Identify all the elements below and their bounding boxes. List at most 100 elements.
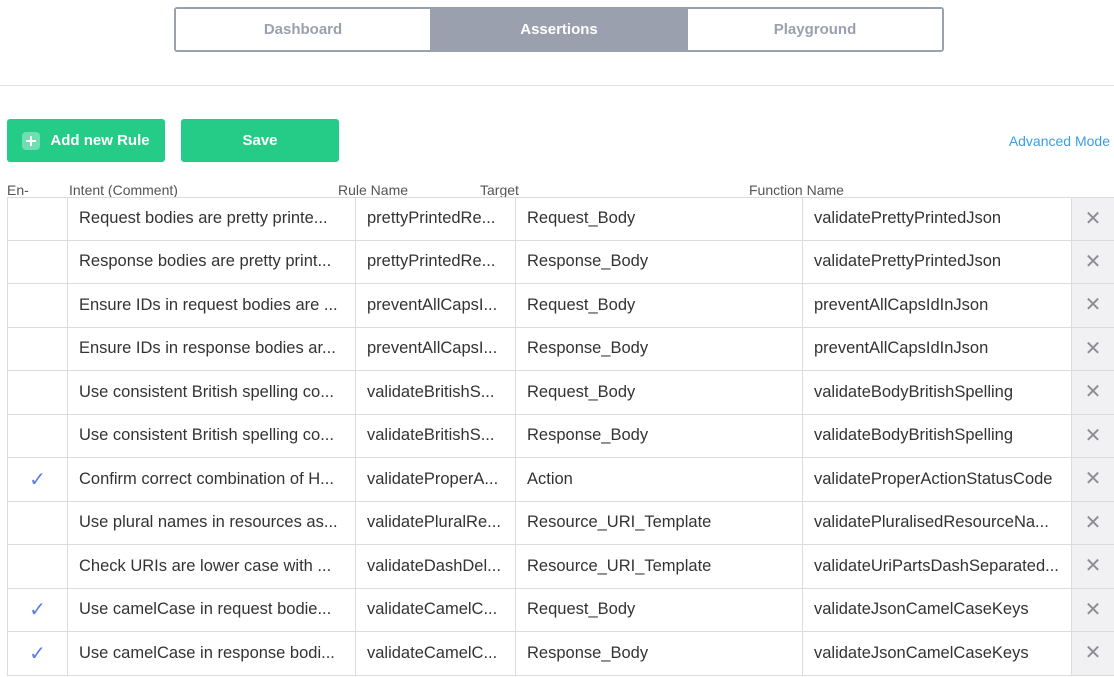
column-header-intent: Intent (Comment)	[69, 182, 178, 198]
rule-name-cell[interactable]: validateCamelC...	[356, 588, 516, 631]
function-name-cell[interactable]: validatePluralisedResourceNa...	[803, 501, 1072, 544]
target-cell[interactable]: Request_Body	[516, 198, 803, 240]
table-row: ✓ Use camelCase in request bodie... valida…	[7, 588, 1114, 632]
target-cell[interactable]: Response_Body	[516, 240, 803, 283]
target-text: Response_Body	[527, 426, 649, 445]
target-text: Resource_URI_Template	[527, 556, 712, 575]
rule-name-cell[interactable]: validateBritishS...	[356, 414, 516, 457]
rule-name-cell[interactable]: validateDashDel...	[356, 545, 516, 588]
function-name-cell[interactable]: validateJsonCamelCaseKeys	[803, 632, 1072, 675]
header-divider	[0, 85, 1114, 86]
delete-rule-button[interactable]: ✕	[1072, 632, 1114, 675]
target-cell[interactable]: Resource_URI_Template	[516, 545, 803, 588]
close-icon: ✕	[1084, 382, 1102, 403]
function-name-cell[interactable]: validateBodyBritishSpelling	[803, 371, 1072, 414]
table-row: Use consistent British spelling co... val…	[7, 371, 1114, 415]
enabled-checkbox[interactable]	[7, 545, 68, 588]
function-name-text: preventAllCapsIdInJson	[814, 295, 989, 314]
function-name-text: preventAllCapsIdInJson	[814, 339, 989, 358]
rule-name-cell[interactable]: preventAllCapsI...	[356, 284, 516, 327]
table-row: Ensure IDs in request bodies are ... prev…	[7, 284, 1114, 328]
enabled-checkbox[interactable]	[7, 240, 68, 283]
enabled-checkbox[interactable]	[7, 327, 68, 370]
enabled-checkbox[interactable]	[7, 501, 68, 544]
delete-rule-button[interactable]: ✕	[1072, 414, 1114, 457]
function-name-cell[interactable]: validateBodyBritishSpelling	[803, 414, 1072, 457]
function-name-cell[interactable]: validateProperActionStatusCode	[803, 458, 1072, 501]
function-name-text: validatePrettyPrintedJson	[814, 252, 1002, 271]
function-name-cell[interactable]: validateUriPartsDashSeparated...	[803, 545, 1072, 588]
intent-cell[interactable]: Use consistent British spelling co...	[68, 414, 356, 457]
delete-rule-button[interactable]: ✕	[1072, 371, 1114, 414]
delete-rule-button[interactable]: ✕	[1072, 284, 1114, 327]
close-icon: ✕	[1084, 643, 1102, 664]
target-cell[interactable]: Resource_URI_Template	[516, 501, 803, 544]
intent-cell[interactable]: Confirm correct combination of H...	[68, 458, 356, 501]
delete-rule-button[interactable]: ✕	[1072, 501, 1114, 544]
delete-rule-button[interactable]: ✕	[1072, 240, 1114, 283]
intent-cell[interactable]: Request bodies are pretty printe...	[68, 198, 356, 240]
intent-cell[interactable]: Use camelCase in response bodi...	[68, 632, 356, 675]
target-cell[interactable]: Request_Body	[516, 588, 803, 631]
rule-name-cell[interactable]: prettyPrintedRe...	[356, 198, 516, 240]
enabled-checkbox[interactable]: ✓	[7, 458, 68, 501]
advanced-mode-link[interactable]: Advanced Mode	[1009, 133, 1110, 149]
enabled-checkbox[interactable]: ✓	[7, 588, 68, 631]
tab-dashboard[interactable]: Dashboard	[176, 9, 430, 50]
target-text: Resource_URI_Template	[527, 513, 712, 532]
function-name-cell[interactable]: validatePrettyPrintedJson	[803, 198, 1072, 240]
enabled-checkbox[interactable]	[7, 284, 68, 327]
intent-text: Use camelCase in request bodie...	[79, 600, 332, 619]
function-name-cell[interactable]: validatePrettyPrintedJson	[803, 240, 1072, 283]
enabled-checkbox[interactable]	[7, 414, 68, 457]
intent-cell[interactable]: Check URIs are lower case with ...	[68, 545, 356, 588]
rule-name-cell[interactable]: validatePluralRe...	[356, 501, 516, 544]
function-name-cell[interactable]: preventAllCapsIdInJson	[803, 284, 1072, 327]
target-cell[interactable]: Response_Body	[516, 632, 803, 675]
target-cell[interactable]: Action	[516, 458, 803, 501]
delete-rule-button[interactable]: ✕	[1072, 327, 1114, 370]
function-name-cell[interactable]: validateJsonCamelCaseKeys	[803, 588, 1072, 631]
tab-playground[interactable]: Playground	[686, 9, 942, 50]
rule-name-cell[interactable]: validateProperA...	[356, 458, 516, 501]
function-name-text: validateUriPartsDashSeparated...	[814, 556, 1059, 575]
table-row: Use plural names in resources as... valid…	[7, 501, 1114, 545]
add-new-rule-button[interactable]: Add new Rule	[7, 119, 165, 162]
rule-name-text: validateProperA...	[367, 469, 499, 488]
rule-name-text: prettyPrintedRe...	[367, 209, 496, 228]
target-cell[interactable]: Request_Body	[516, 371, 803, 414]
tab-assertions[interactable]: Assertions	[430, 9, 686, 50]
function-name-cell[interactable]: preventAllCapsIdInJson	[803, 327, 1072, 370]
intent-cell[interactable]: Use camelCase in request bodie...	[68, 588, 356, 631]
intent-cell[interactable]: Use plural names in resources as...	[68, 501, 356, 544]
rule-name-cell[interactable]: validateCamelC...	[356, 632, 516, 675]
save-button[interactable]: Save	[181, 119, 339, 162]
delete-rule-button[interactable]: ✕	[1072, 198, 1114, 240]
target-cell[interactable]: Response_Body	[516, 414, 803, 457]
rule-name-cell[interactable]: validateBritishS...	[356, 371, 516, 414]
delete-rule-button[interactable]: ✕	[1072, 458, 1114, 501]
rule-name-cell[interactable]: prettyPrintedRe...	[356, 240, 516, 283]
delete-rule-button[interactable]: ✕	[1072, 545, 1114, 588]
intent-cell[interactable]: Response bodies are pretty print...	[68, 240, 356, 283]
intent-text: Ensure IDs in request bodies are ...	[79, 295, 338, 314]
function-name-text: validatePluralisedResourceNa...	[814, 513, 1049, 532]
function-name-text: validatePrettyPrintedJson	[814, 209, 1002, 228]
intent-cell[interactable]: Ensure IDs in response bodies ar...	[68, 327, 356, 370]
delete-rule-button[interactable]: ✕	[1072, 588, 1114, 631]
target-cell[interactable]: Response_Body	[516, 327, 803, 370]
target-cell[interactable]: Request_Body	[516, 284, 803, 327]
intent-text: Ensure IDs in response bodies ar...	[79, 339, 336, 358]
enabled-checkbox[interactable]	[7, 371, 68, 414]
rules-table: Request bodies are pretty printe... prett…	[7, 197, 1114, 676]
rule-name-text: validateDashDel...	[367, 556, 501, 575]
intent-text: Request bodies are pretty printe...	[79, 209, 328, 228]
enabled-checkbox[interactable]	[7, 198, 68, 240]
intent-cell[interactable]: Use consistent British spelling co...	[68, 371, 356, 414]
close-icon: ✕	[1084, 425, 1102, 446]
function-name-text: validateBodyBritishSpelling	[814, 382, 1014, 401]
intent-cell[interactable]: Ensure IDs in request bodies are ...	[68, 284, 356, 327]
enabled-checkbox[interactable]: ✓	[7, 632, 68, 675]
rule-name-cell[interactable]: preventAllCapsI...	[356, 327, 516, 370]
rule-name-text: validateCamelC...	[367, 643, 498, 662]
